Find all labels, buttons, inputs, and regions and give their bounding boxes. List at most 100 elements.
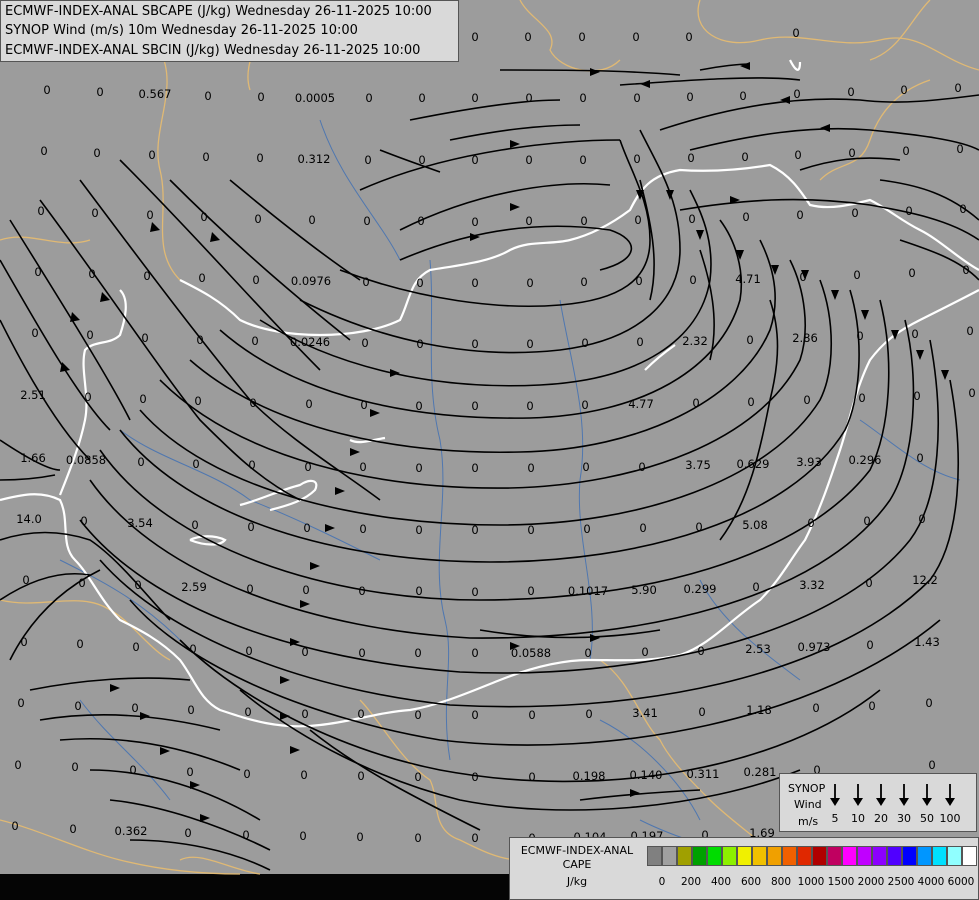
index-value: 0 <box>692 396 699 410</box>
index-value: 2.59 <box>181 580 207 594</box>
cape-legend-label: 200 <box>680 876 702 888</box>
index-value: 0 <box>246 582 253 596</box>
index-value: 0 <box>471 215 478 229</box>
title-cape: ECMWF-INDEX-ANAL SBCAPE (J/kg) Wednesday… <box>5 4 432 19</box>
index-value: 0 <box>187 703 194 717</box>
down-arrow-icon <box>853 784 863 806</box>
index-value: 0 <box>301 645 308 659</box>
index-value: 0 <box>86 328 93 342</box>
index-value: 0 <box>34 265 41 279</box>
index-value: 0 <box>863 514 870 528</box>
index-value: 0 <box>471 646 478 660</box>
index-value: 0 <box>148 148 155 162</box>
index-value: 0 <box>364 153 371 167</box>
index-value: 0 <box>194 394 201 408</box>
cape-color-swatch <box>782 846 797 866</box>
index-value: 0 <box>471 585 478 599</box>
cape-legend-label: 6000 <box>947 876 975 888</box>
index-value: 0 <box>303 521 310 535</box>
index-value: 0 <box>525 91 532 105</box>
index-value: 0.1017 <box>568 584 608 598</box>
index-value: 2.53 <box>745 642 771 656</box>
index-value: 0 <box>928 758 935 772</box>
index-value: 0 <box>799 270 806 284</box>
title-cin: ECMWF-INDEX-ANAL SBCIN (J/kg) Wednesday … <box>5 43 421 58</box>
index-value: 0 <box>911 327 918 341</box>
index-value: 0 <box>96 85 103 99</box>
index-value: 2.51 <box>20 388 46 402</box>
index-value: 0 <box>299 829 306 843</box>
index-value: 0 <box>254 212 261 226</box>
index-value: 0.312 <box>298 152 331 166</box>
index-value: 0 <box>632 30 639 44</box>
index-value: 0 <box>43 83 50 97</box>
index-value: 0 <box>251 334 258 348</box>
title-wind: SYNOP Wind (m/s) 10m Wednesday 26-11-202… <box>5 23 358 38</box>
index-value: 0 <box>191 518 198 532</box>
index-value: 0 <box>579 153 586 167</box>
index-value: 0.311 <box>687 767 720 781</box>
index-value: 0 <box>71 760 78 774</box>
index-value: 4.71 <box>735 272 761 286</box>
index-value: 0 <box>415 461 422 475</box>
cape-legend-label: 2500 <box>887 876 915 888</box>
index-value: 0 <box>527 461 534 475</box>
index-value: 0 <box>582 460 589 474</box>
index-value: 0 <box>913 389 920 403</box>
index-value: 0 <box>796 208 803 222</box>
index-value: 0 <box>139 392 146 406</box>
index-value: 0.362 <box>115 824 148 838</box>
index-value: 0 <box>365 91 372 105</box>
cape-legend-title: ECMWF-INDEX-ANAL CAPE J/kg <box>510 844 644 889</box>
index-value: 0 <box>360 398 367 412</box>
index-value: 0 <box>471 523 478 537</box>
index-value: 0 <box>14 758 21 772</box>
cape-color-swatch <box>677 846 692 866</box>
down-arrow-icon <box>945 784 955 806</box>
down-arrow-icon <box>830 784 840 806</box>
index-value: 0 <box>581 398 588 412</box>
index-value: 0 <box>84 390 91 404</box>
index-value: 0 <box>905 204 912 218</box>
index-value: 0 <box>243 767 250 781</box>
index-value: 0 <box>527 523 534 537</box>
index-value: 0 <box>525 214 532 228</box>
index-value: 0.0588 <box>511 646 551 660</box>
cape-color-swatch <box>917 846 932 866</box>
index-value: 0 <box>962 263 969 277</box>
index-value: 0.629 <box>737 457 770 471</box>
index-value: 0 <box>93 146 100 160</box>
index-value: 0 <box>471 276 478 290</box>
index-value: 5.90 <box>631 583 657 597</box>
index-value: 0 <box>415 584 422 598</box>
down-arrow-icon <box>922 784 932 806</box>
index-value: 0 <box>418 91 425 105</box>
index-value: 0 <box>925 696 932 710</box>
cape-legend-unit: J/kg <box>566 875 588 888</box>
index-value: 0 <box>471 91 478 105</box>
index-value: 0 <box>189 642 196 656</box>
index-value: 0 <box>256 151 263 165</box>
index-value: 0 <box>129 763 136 777</box>
index-value: 0 <box>204 89 211 103</box>
wind-legend-unit: m/s <box>798 815 819 828</box>
wind-legend: SYNOP Wind m/s 5 10 20 30 50 100 <box>779 773 977 832</box>
index-value: 0.0976 <box>291 274 331 288</box>
index-value: 0 <box>585 707 592 721</box>
index-value: 0 <box>792 26 799 40</box>
index-value: 0 <box>526 337 533 351</box>
index-value: 0 <box>414 646 421 660</box>
index-value: 3.54 <box>127 516 153 530</box>
index-value: 3.75 <box>685 458 711 472</box>
cape-color-swatch <box>767 846 782 866</box>
index-value: 0 <box>358 584 365 598</box>
index-value: 0 <box>528 708 535 722</box>
index-value: 1.66 <box>20 451 46 465</box>
index-value: 0 <box>91 206 98 220</box>
index-value: 0 <box>636 335 643 349</box>
index-value: 0 <box>633 152 640 166</box>
index-value: 0 <box>528 770 535 784</box>
index-value: 0 <box>245 644 252 658</box>
index-value: 0 <box>471 461 478 475</box>
index-value: 0 <box>584 646 591 660</box>
